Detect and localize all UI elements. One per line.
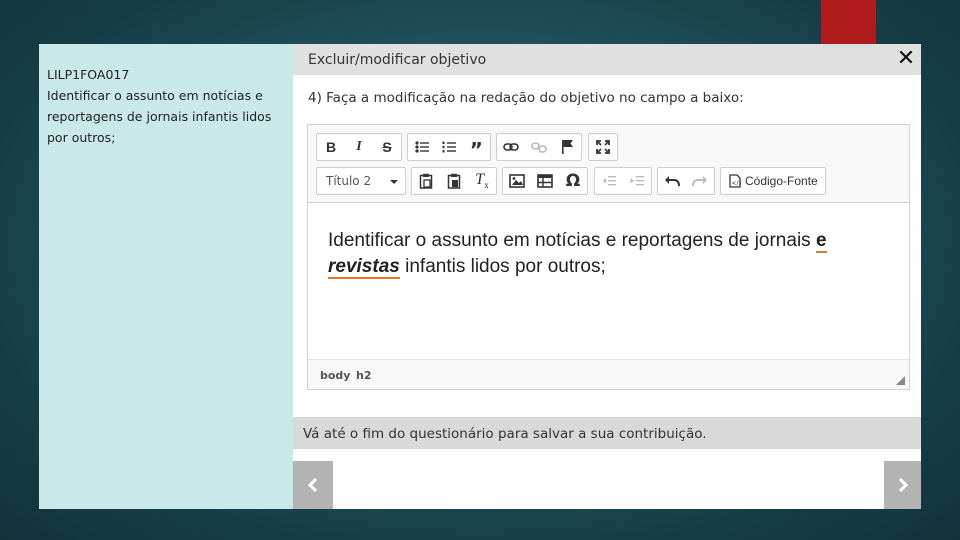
element-path-bar: body h2 xyxy=(308,359,909,389)
objective-description: Identificar o assunto em notícias e repo… xyxy=(47,88,272,145)
save-reminder: Vá até o fim do questionário para salvar… xyxy=(293,417,921,449)
unlink-button[interactable] xyxy=(525,134,553,160)
svg-text:</>: </> xyxy=(732,180,742,187)
remove-format-button[interactable]: Tx xyxy=(468,168,496,194)
italic-button[interactable]: I xyxy=(345,134,373,160)
paste-icon xyxy=(419,173,433,189)
image-button[interactable] xyxy=(503,168,531,194)
outdent-icon xyxy=(602,176,616,186)
previous-button[interactable] xyxy=(293,461,333,509)
blockquote-button[interactable]: ” xyxy=(463,134,490,160)
side-triangle-marker xyxy=(946,242,960,266)
numbered-list-icon xyxy=(442,141,456,153)
bold-icon: B xyxy=(325,139,337,155)
instruction-text: 4) Faça a modificação na redação do obje… xyxy=(308,90,744,106)
undo-button[interactable] xyxy=(658,168,686,194)
indent-button[interactable] xyxy=(623,168,651,194)
redo-button[interactable] xyxy=(686,168,714,194)
red-accent-bar xyxy=(821,0,876,44)
italic-icon: I xyxy=(356,139,362,154)
spellcheck-flag-1: e xyxy=(815,230,827,253)
edit-pane: Excluir/modificar objetivo ✕ 4) Faça a m… xyxy=(293,44,921,509)
content-text-part-2: infantis lidos por outros; xyxy=(399,256,606,277)
chevron-down-icon xyxy=(390,180,398,184)
paste-word-icon xyxy=(447,173,461,189)
bulleted-list-icon xyxy=(415,141,429,153)
remove-format-icon: Tx xyxy=(475,171,489,191)
link-icon xyxy=(503,143,519,151)
close-icon: ✕ xyxy=(896,46,916,71)
outdent-button[interactable] xyxy=(595,168,623,194)
table-button[interactable] xyxy=(531,168,559,194)
undo-group xyxy=(657,167,715,195)
special-char-button[interactable]: Ω xyxy=(559,168,587,194)
format-select-value: Título 2 xyxy=(326,174,372,188)
path-item-h2[interactable]: h2 xyxy=(356,369,372,382)
content-text-part-1: Identificar o assunto em notícias e repo… xyxy=(328,230,816,251)
bulleted-list-button[interactable] xyxy=(408,134,435,160)
chevron-left-icon xyxy=(307,477,318,493)
paste-from-word-button[interactable] xyxy=(440,168,468,194)
redo-icon xyxy=(692,176,707,187)
paste-text-button[interactable] xyxy=(412,168,440,194)
objective-modal: LILP1FOA017 Identificar o assunto em not… xyxy=(39,44,921,509)
numbered-list-button[interactable] xyxy=(435,134,462,160)
tools-group xyxy=(588,133,618,161)
link-button[interactable] xyxy=(497,134,525,160)
image-icon xyxy=(509,174,525,188)
format-select[interactable]: Título 2 xyxy=(316,167,406,195)
chevron-right-icon xyxy=(898,477,908,493)
strike-icon: S xyxy=(382,139,392,155)
unlink-icon xyxy=(531,142,547,153)
insert-group: Ω xyxy=(502,167,588,195)
source-icon: </> xyxy=(729,174,741,188)
objective-info-panel: LILP1FOA017 Identificar o assunto em not… xyxy=(39,44,293,509)
links-group xyxy=(496,133,582,161)
strikethrough-button[interactable]: S xyxy=(373,134,401,160)
special-char-icon: Ω xyxy=(565,171,581,191)
editor-toolbar: B I S ” Título 2 Tx Ω </ Código-Fonte xyxy=(308,125,909,203)
dialog-header: Excluir/modificar objetivo ✕ xyxy=(293,44,921,75)
anchor-button[interactable] xyxy=(553,134,581,160)
rich-text-editor: B I S ” Título 2 Tx Ω </ Código-Fonte Id… xyxy=(307,124,910,390)
anchor-icon xyxy=(562,140,573,154)
maximize-button[interactable] xyxy=(589,134,617,160)
close-button[interactable]: ✕ xyxy=(895,47,917,71)
path-item-body[interactable]: body xyxy=(320,369,350,382)
source-button[interactable]: </> Código-Fonte xyxy=(720,167,826,195)
source-button-label: Código-Fonte xyxy=(745,174,818,188)
dialog-title: Excluir/modificar objetivo xyxy=(308,52,487,68)
maximize-icon xyxy=(596,140,610,154)
blockquote-icon: ” xyxy=(469,138,483,162)
objective-code: LILP1FOA017 xyxy=(47,67,130,82)
table-icon xyxy=(537,174,553,188)
basic-styles-group: B I S xyxy=(316,133,402,161)
undo-icon xyxy=(665,176,680,187)
indent-icon xyxy=(630,176,644,186)
clipboard-group: Tx xyxy=(411,167,497,195)
indent-group xyxy=(594,167,652,195)
next-button[interactable] xyxy=(884,461,921,509)
spellcheck-flag-2: revistas xyxy=(328,256,400,279)
resize-handle-icon[interactable] xyxy=(896,376,905,385)
editor-content[interactable]: Identificar o assunto em notícias e repo… xyxy=(328,228,888,280)
paragraph-group: ” xyxy=(407,133,491,161)
bold-button[interactable]: B xyxy=(317,134,345,160)
